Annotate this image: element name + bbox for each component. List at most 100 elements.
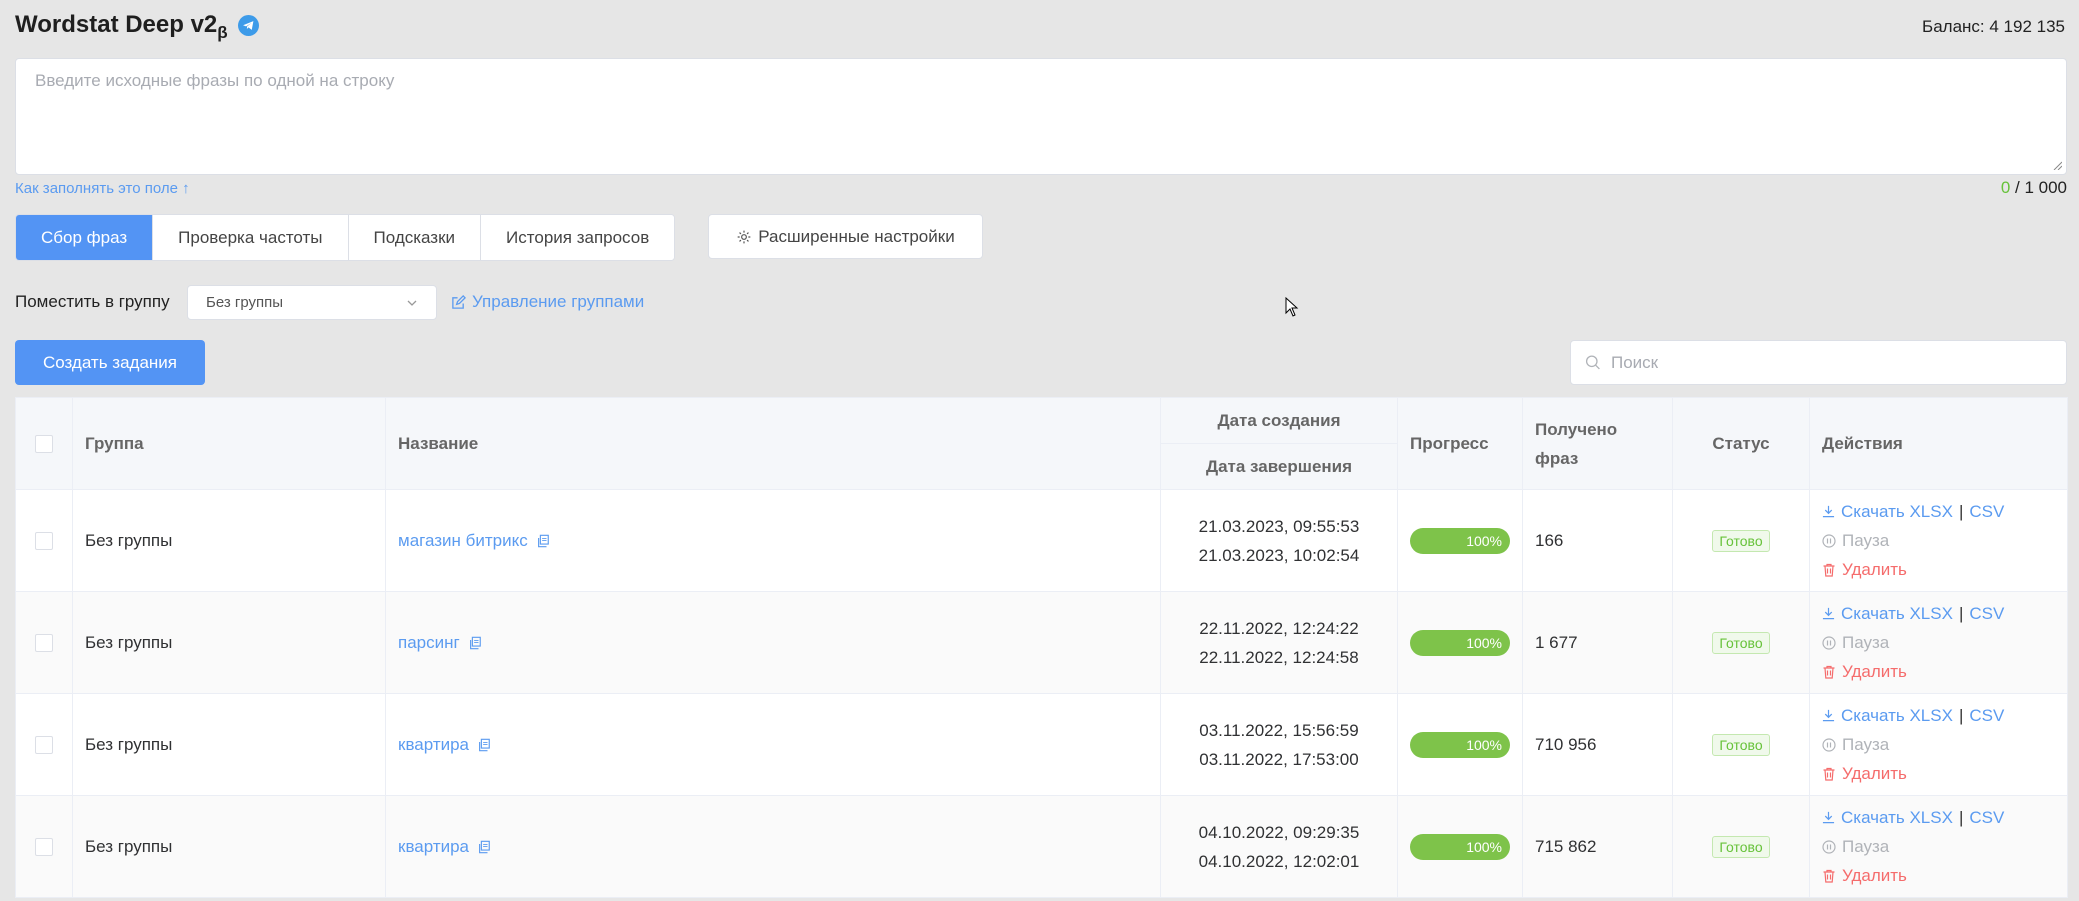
- app-title: Wordstat Deep v2β: [15, 11, 259, 42]
- row-checkbox[interactable]: [35, 532, 53, 551]
- progress-bar: 100%: [1410, 527, 1510, 554]
- create-tasks-button[interactable]: Создать задания: [15, 340, 205, 385]
- download-csv-link[interactable]: CSV: [1969, 599, 2004, 628]
- header-progress[interactable]: Прогресс: [1397, 397, 1523, 490]
- row-checkbox[interactable]: [35, 736, 53, 755]
- row-status-cell: Готово: [1672, 693, 1810, 796]
- row-group: Без группы: [72, 693, 386, 796]
- resize-handle-icon[interactable]: [2052, 160, 2062, 170]
- select-all-checkbox[interactable]: [35, 435, 53, 454]
- row-group: Без группы: [72, 591, 386, 694]
- tab-collect[interactable]: Сбор фраз: [16, 215, 154, 260]
- delete-button[interactable]: Удалить: [1842, 555, 1907, 584]
- header-group[interactable]: Группа: [72, 397, 386, 490]
- task-name-link[interactable]: магазин битрикс: [398, 531, 550, 551]
- delete-button[interactable]: Удалить: [1842, 657, 1907, 686]
- header-created[interactable]: Дата создания: [1161, 398, 1397, 443]
- row-actions: Скачать XLSX | CSV Пауза Удалить: [1809, 693, 2068, 796]
- download-csv-link[interactable]: CSV: [1969, 803, 2004, 832]
- app-title-sub: β: [217, 23, 228, 42]
- app-title-text: Wordstat Deep v2: [15, 11, 218, 38]
- row-progress-cell: 100%: [1397, 795, 1523, 898]
- row-checkbox[interactable]: [35, 838, 53, 857]
- phrases-input[interactable]: [35, 71, 2047, 162]
- pause-icon: [1822, 635, 1836, 650]
- group-label: Поместить в группу: [15, 292, 170, 311]
- header-finished[interactable]: Дата завершения: [1161, 443, 1397, 489]
- row-created: 03.11.2022, 15:56:59: [1199, 720, 1359, 740]
- tab-frequency[interactable]: Проверка частоты: [153, 215, 349, 260]
- row-progress-cell: 100%: [1397, 693, 1523, 796]
- row-actions: Скачать XLSX | CSV Пауза Удалить: [1809, 795, 2068, 898]
- row-group: Без группы: [72, 795, 386, 898]
- manage-groups-label: Управление группами: [472, 292, 645, 311]
- task-name: магазин битрикс: [398, 530, 528, 550]
- row-status-cell: Готово: [1672, 591, 1810, 694]
- counter-max: / 1 000: [2010, 178, 2067, 197]
- tab-history[interactable]: История запросов: [481, 215, 675, 260]
- copy-icon[interactable]: [477, 738, 491, 752]
- tasks-table: Группа Название Дата создания Дата завер…: [15, 397, 2068, 898]
- row-name-cell: квартира: [385, 693, 1161, 796]
- copy-icon[interactable]: [468, 636, 482, 650]
- pause-button[interactable]: Пауза: [1842, 628, 1889, 657]
- download-xlsx-link[interactable]: Скачать XLSX: [1841, 497, 1953, 526]
- download-icon: [1822, 607, 1835, 620]
- trash-icon: [1823, 665, 1835, 679]
- header-name[interactable]: Название: [385, 397, 1161, 490]
- row-dates: 04.10.2022, 09:29:35 04.10.2022, 12:02:01: [1160, 795, 1398, 898]
- table-row[interactable]: Без группы квартира 03.11.2022, 15:56:59…: [15, 693, 2068, 796]
- table-row[interactable]: Без группы квартира 04.10.2022, 09:29:35…: [15, 795, 2068, 898]
- row-dates: 21.03.2023, 09:55:53 21.03.2023, 10:02:54: [1160, 489, 1398, 592]
- row-checkbox[interactable]: [35, 634, 53, 653]
- task-name-link[interactable]: квартира: [398, 735, 491, 755]
- row-received: 715 862: [1522, 795, 1673, 898]
- tab-suggestions[interactable]: Подсказки: [348, 215, 482, 260]
- task-name-link[interactable]: парсинг: [398, 633, 482, 653]
- header-status[interactable]: Статус: [1672, 397, 1810, 490]
- header-received[interactable]: Получено фраз: [1522, 397, 1673, 490]
- telegram-icon[interactable]: [237, 14, 259, 36]
- phrase-counter: 0 / 1 000: [2001, 178, 2067, 198]
- mode-tabs: Сбор фраз Проверка частоты Подсказки Ист…: [15, 214, 676, 261]
- chevron-down-icon: [407, 300, 417, 306]
- row-created: 21.03.2023, 09:55:53: [1198, 516, 1360, 536]
- manage-groups-link[interactable]: Управление группами: [451, 292, 644, 312]
- delete-button[interactable]: Удалить: [1842, 759, 1907, 788]
- delete-button[interactable]: Удалить: [1842, 861, 1907, 890]
- task-name: квартира: [398, 836, 470, 856]
- download-csv-link[interactable]: CSV: [1969, 701, 2004, 730]
- row-created: 22.11.2022, 12:24:22: [1199, 618, 1359, 638]
- download-csv-link[interactable]: CSV: [1969, 497, 2004, 526]
- row-created: 04.10.2022, 09:29:35: [1198, 822, 1360, 842]
- download-xlsx-link[interactable]: Скачать XLSX: [1841, 701, 1953, 730]
- advanced-settings-button[interactable]: Расширенные настройки: [708, 214, 983, 259]
- row-received: 166: [1522, 489, 1673, 592]
- table-row[interactable]: Без группы парсинг 22.11.2022, 12:24:22 2…: [15, 591, 2068, 694]
- download-xlsx-link[interactable]: Скачать XLSX: [1841, 599, 1953, 628]
- search-input[interactable]: [1608, 351, 2052, 374]
- row-actions: Скачать XLSX | CSV Пауза Удалить: [1809, 591, 2068, 694]
- pause-button[interactable]: Пауза: [1842, 832, 1889, 861]
- pause-button[interactable]: Пауза: [1842, 730, 1889, 759]
- row-finished: 03.11.2022, 17:53:00: [1199, 749, 1359, 769]
- row-dates: 22.11.2022, 12:24:22 22.11.2022, 12:24:58: [1160, 591, 1398, 694]
- pause-button[interactable]: Пауза: [1842, 526, 1889, 555]
- table-row[interactable]: Без группы магазин битрикс 21.03.2023, 0…: [15, 489, 2068, 592]
- group-select[interactable]: Без группы: [187, 285, 437, 320]
- group-select-value: Без группы: [206, 294, 284, 311]
- help-link[interactable]: Как заполнять это поле ↑: [15, 180, 190, 197]
- progress-bar: 100%: [1410, 629, 1510, 656]
- copy-icon[interactable]: [536, 534, 550, 548]
- row-received: 1 677: [1522, 591, 1673, 694]
- task-name-link[interactable]: квартира: [398, 837, 491, 857]
- table-header-row: Группа Название Дата создания Дата завер…: [15, 397, 2068, 490]
- header-select-all: [15, 397, 73, 490]
- row-status-cell: Готово: [1672, 489, 1810, 592]
- pause-icon: [1822, 839, 1836, 854]
- copy-icon[interactable]: [477, 840, 491, 854]
- action-separator: |: [1958, 604, 1964, 623]
- download-xlsx-link[interactable]: Скачать XLSX: [1841, 803, 1953, 832]
- row-finished: 04.10.2022, 12:02:01: [1198, 851, 1360, 871]
- pause-icon: [1822, 737, 1836, 752]
